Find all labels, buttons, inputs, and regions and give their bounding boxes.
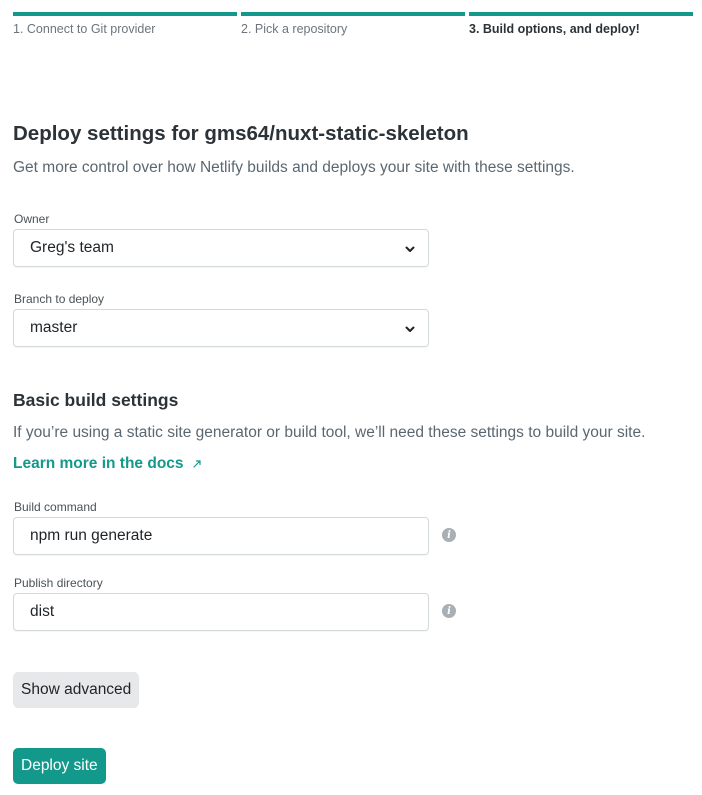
owner-label: Owner	[14, 212, 50, 226]
page-subtitle: Get more control over how Netlify builds…	[13, 159, 575, 176]
branch-select[interactable]: master	[13, 309, 429, 347]
stepper: 1. Connect to Git provider 2. Pick a rep…	[13, 12, 693, 36]
publish-directory-label: Publish directory	[14, 576, 103, 590]
owner-select[interactable]: Greg's team	[13, 229, 429, 267]
chevron-down-icon	[405, 246, 415, 252]
info-icon[interactable]: i	[442, 528, 456, 542]
owner-value: Greg's team	[30, 239, 114, 256]
build-command-value: npm run generate	[30, 527, 153, 544]
page-title: Deploy settings for gms64/nuxt-static-sk…	[13, 122, 469, 145]
build-command-label: Build command	[14, 500, 97, 514]
show-advanced-button[interactable]: Show advanced	[13, 672, 140, 708]
chevron-down-icon	[405, 326, 415, 332]
build-settings-description: If you’re using a static site generator …	[13, 424, 646, 441]
step-pick-repository[interactable]: 2. Pick a repository	[241, 12, 465, 36]
docs-link-label: Learn more in the docs	[13, 455, 184, 472]
docs-link[interactable]: Learn more in the docs	[13, 455, 202, 473]
external-link-icon	[192, 460, 201, 468]
build-command-input[interactable]: npm run generate	[13, 517, 429, 555]
branch-label: Branch to deploy	[14, 292, 105, 306]
deploy-site-button[interactable]: Deploy site	[13, 748, 106, 784]
branch-value: master	[30, 319, 78, 336]
step-connect-git[interactable]: 1. Connect to Git provider	[13, 12, 237, 36]
publish-directory-input[interactable]: dist	[13, 593, 429, 631]
step-build-options: 3. Build options, and deploy!	[469, 12, 693, 36]
build-settings-title: Basic build settings	[13, 390, 179, 410]
info-icon[interactable]: i	[442, 604, 456, 618]
publish-directory-value: dist	[30, 603, 55, 620]
